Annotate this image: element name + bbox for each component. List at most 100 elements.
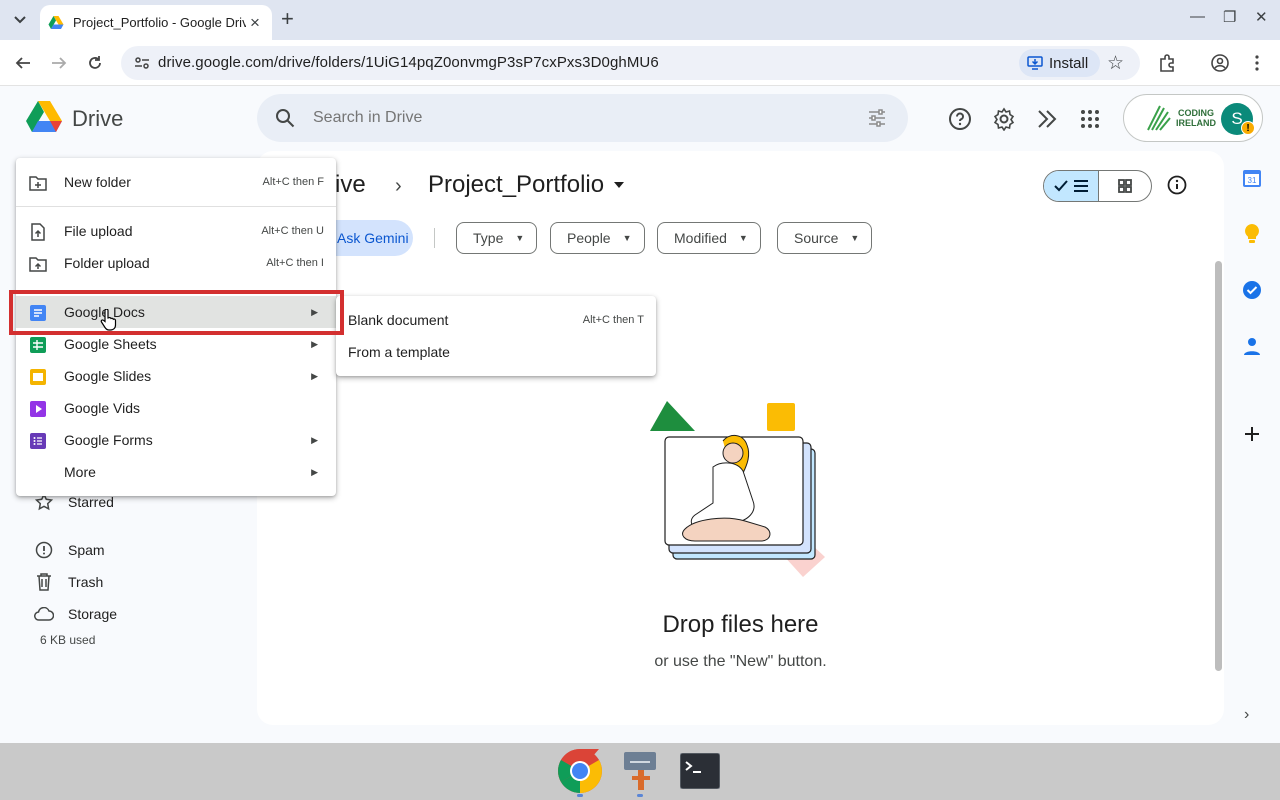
menu-item-more[interactable]: More ▶: [16, 456, 336, 488]
submenu-arrow-icon: ▶: [311, 339, 318, 349]
menu-item-label: Google Slides: [64, 368, 152, 384]
menu-item-google-vids[interactable]: Google Vids: [16, 392, 336, 424]
browser-tab-bar: Project_Portfolio - Google Drive × + — ❐…: [0, 0, 1280, 40]
search-options-icon[interactable]: [867, 108, 887, 128]
submenu-arrow-icon: ▶: [311, 371, 318, 381]
filter-chip-people[interactable]: People ▼: [550, 222, 645, 254]
caret-down-icon: ▼: [738, 233, 748, 243]
sidebar-item-spam[interactable]: Spam: [34, 534, 105, 566]
menu-item-google-sheets[interactable]: Google Sheets ▶: [16, 328, 336, 360]
browser-toolbar: drive.google.com/drive/folders/1UiG14pqZ…: [0, 40, 1280, 86]
divider: [434, 228, 435, 248]
info-icon[interactable]: [1167, 175, 1187, 195]
apps-grid-icon[interactable]: [1078, 107, 1102, 131]
drive-favicon-icon: [48, 15, 64, 29]
site-info-icon[interactable]: [134, 55, 150, 71]
sidebar-item-label: Spam: [68, 542, 105, 558]
add-addon-icon[interactable]: [1241, 423, 1263, 445]
browser-tab[interactable]: Project_Portfolio - Google Drive ×: [40, 5, 272, 40]
back-icon[interactable]: [12, 52, 34, 74]
tab-close-icon[interactable]: ×: [246, 13, 264, 33]
drive-logo-icon[interactable]: [26, 101, 62, 133]
spam-icon: [34, 541, 54, 559]
menu-divider: [16, 206, 336, 207]
tasks-icon[interactable]: [1241, 279, 1263, 301]
reload-icon[interactable]: [84, 52, 106, 74]
google-sheets-icon: [29, 336, 47, 354]
profile-icon[interactable]: [1209, 52, 1231, 74]
contacts-icon[interactable]: [1241, 335, 1263, 357]
check-icon: [1054, 180, 1068, 192]
menu-item-google-forms[interactable]: Google Forms ▶: [16, 424, 336, 456]
tab-title: Project_Portfolio - Google Drive: [73, 15, 246, 30]
app-name[interactable]: Drive: [72, 106, 123, 132]
google-docs-icon: [29, 304, 47, 322]
app-dock-icon[interactable]: [616, 747, 664, 795]
storage-used-text: 6 KB used: [40, 633, 96, 647]
menu-item-label: Google Vids: [64, 400, 141, 416]
grid-icon: [1118, 179, 1132, 193]
list-view-button[interactable]: [1044, 171, 1099, 201]
account-switcher[interactable]: CODING IRELAND S !: [1123, 94, 1263, 142]
sidebar-item-trash[interactable]: Trash: [34, 566, 103, 598]
chrome-dock-icon[interactable]: [556, 747, 604, 795]
terminal-dock-icon[interactable]: [676, 747, 724, 795]
menu-item-label: Google Forms: [64, 432, 153, 448]
folder-upload-icon: [29, 255, 47, 273]
filter-chip-source[interactable]: Source ▼: [777, 222, 873, 254]
address-bar[interactable]: drive.google.com/drive/folders/1UiG14pqZ…: [121, 46, 1140, 80]
url-text[interactable]: drive.google.com/drive/folders/1UiG14pqZ…: [158, 54, 659, 71]
restore-icon[interactable]: ❐: [1223, 8, 1236, 26]
install-app-button[interactable]: Install: [1019, 49, 1101, 77]
settings-gear-icon[interactable]: [992, 107, 1016, 131]
coding-ireland-logo-icon: [1147, 105, 1171, 131]
account-warning-icon: !: [1241, 121, 1255, 135]
list-icon: [1074, 180, 1088, 192]
org-name-line2: IRELAND: [1176, 118, 1216, 128]
keep-icon[interactable]: [1241, 223, 1263, 245]
caret-down-icon: ▼: [515, 233, 525, 243]
forward-icon[interactable]: [48, 52, 70, 74]
scrollbar[interactable]: [1215, 261, 1222, 671]
filter-chip-type[interactable]: Type ▼: [456, 222, 538, 254]
breadcrumb-current[interactable]: Project_Portfolio: [428, 171, 625, 199]
ask-gemini-label: Ask Gemini: [337, 230, 409, 246]
menu-item-label: File upload: [64, 223, 133, 239]
bookmark-star-icon[interactable]: ☆: [1107, 52, 1124, 75]
close-window-icon[interactable]: ✕: [1255, 8, 1268, 26]
submenu-arrow-icon: ▶: [311, 307, 318, 317]
submenu-item-from-template[interactable]: From a template: [336, 336, 656, 368]
search-bar[interactable]: [257, 94, 908, 142]
submenu-item-label: From a template: [348, 344, 450, 360]
search-icon[interactable]: [275, 108, 295, 128]
extensions-icon[interactable]: [1156, 52, 1178, 74]
google-docs-submenu: Blank document Alt+C then T From a templ…: [336, 296, 656, 376]
browser-menu-icon[interactable]: [1246, 52, 1268, 74]
org-name-line1: CODING: [1178, 108, 1214, 118]
menu-item-folder-upload[interactable]: Folder upload Alt+C then I: [16, 247, 336, 279]
menu-item-google-slides[interactable]: Google Slides ▶: [16, 360, 336, 392]
minimize-icon[interactable]: —: [1190, 8, 1205, 25]
sidebar-item-storage[interactable]: Storage: [34, 598, 117, 630]
cloud-icon: [34, 607, 54, 621]
menu-item-google-docs[interactable]: Google Docs ▶: [16, 296, 336, 328]
sidebar-item-label: Storage: [68, 606, 118, 622]
tab-search-button[interactable]: [6, 6, 34, 34]
gemini-sparkle-icon[interactable]: [1036, 107, 1060, 131]
submenu-item-label: Blank document: [348, 312, 449, 328]
expand-panel-chevron-icon[interactable]: ›: [1244, 706, 1249, 724]
install-label: Install: [1049, 54, 1089, 72]
calendar-icon[interactable]: 31: [1241, 167, 1263, 189]
search-input[interactable]: [313, 107, 813, 129]
empty-folder-illustration: [650, 401, 825, 577]
submenu-item-blank-document[interactable]: Blank document Alt+C then T: [336, 304, 656, 336]
main-content: My Drive › Project_Portfolio Ask Gemini …: [257, 151, 1224, 725]
filter-chip-modified[interactable]: Modified ▼: [657, 222, 761, 254]
new-tab-button[interactable]: +: [281, 8, 294, 30]
grid-view-button[interactable]: [1099, 171, 1151, 201]
menu-item-file-upload[interactable]: File upload Alt+C then U: [16, 215, 336, 247]
help-icon[interactable]: [948, 107, 972, 131]
menu-item-label: Google Sheets: [64, 336, 157, 352]
menu-item-new-folder[interactable]: New folder Alt+C then F: [16, 166, 336, 198]
filter-chip-label: Modified: [674, 230, 727, 246]
